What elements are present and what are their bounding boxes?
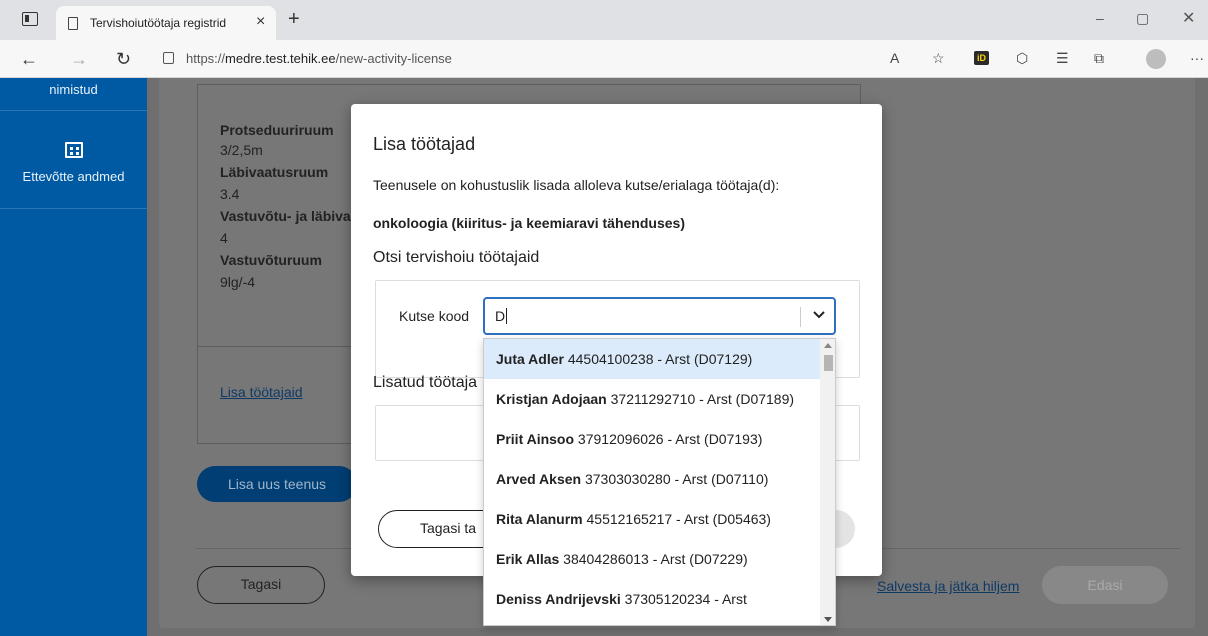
add-staff-link[interactable]: Lisa töötajaid [220,384,303,400]
option-detail: 44504100238 - Arst (D07129) [563,351,753,367]
id-extension-icon[interactable]: iD [974,51,989,65]
dropdown-list: Juta Adler 44504100238 - Arst (D07129) K… [484,339,820,619]
profession-code-value: D [495,308,506,324]
dropdown-option[interactable]: Arved Aksen 37303030280 - Arst (D07110) [484,459,820,499]
option-detail: 38404286013 - Arst (D07229) [559,551,748,567]
chevron-down-icon[interactable] [811,306,827,322]
profession-code-select[interactable]: D [483,297,836,335]
forward-arrow-icon[interactable]: → [70,49,88,70]
field-value: 3/2,5m [220,142,263,158]
search-heading: Otsi tervishoiu töötajaid [373,249,540,266]
option-name: Kristjan Adojaan [496,391,607,407]
scrollbar-thumb[interactable] [824,355,833,371]
sidebar-divider [0,110,147,111]
option-name: Erik Allas [496,551,560,567]
scroll-down-icon[interactable] [824,617,832,622]
browser-tab[interactable]: Tervishoiutöötaja registrid × [56,6,276,40]
field-label: Protseduuriruum [220,122,334,138]
tab-close-icon[interactable]: × [256,13,265,31]
lock-icon[interactable] [163,52,174,64]
modal-title: Lisa töötajad [373,134,476,154]
scroll-up-icon[interactable] [824,343,832,348]
dropdown-option[interactable]: Erik Allas 38404286013 - Arst (D07229) [484,539,820,579]
tab-title: Tervishoiutöötaja registrid [90,16,227,30]
extensions-icon[interactable]: ⬡ [1016,50,1028,67]
field-value: 3.4 [220,186,240,202]
option-detail: 45512165217 - Arst (D05463) [582,511,771,527]
field-label: Vastuvõtu- ja läbiva [220,208,351,224]
added-staff-heading: Lisatud töötaja [373,374,478,391]
option-detail: 37211292710 - Arst (D07189) [606,391,795,407]
option-name: Deniss Andrijevski [496,591,621,607]
option-name: Arved Aksen [496,471,582,487]
sidebar: nimistud Ettevõtte andmed [0,78,147,636]
url-path: /new-activity-license [335,51,452,66]
collections-icon[interactable]: ⧉ [1094,50,1104,67]
field-label: Vastuvõturuum [220,252,322,268]
more-icon[interactable]: ··· [1190,50,1204,66]
add-service-button[interactable]: Lisa uus teenus [197,466,357,502]
tab-actions-icon[interactable] [22,12,38,26]
building-icon [64,142,83,158]
page-icon [68,17,78,30]
new-tab-icon[interactable]: + [288,8,300,31]
modal-description: Teenusele on kohustuslik lisada alloleva… [373,177,780,193]
profession-code-input[interactable]: D [495,308,508,324]
profession-code-label: Kutse kood [399,308,470,324]
field-label: Läbivaatusruum [220,164,329,180]
browser-tab-bar: Tervishoiutöötaja registrid × + – ▢ ✕ [0,0,1208,40]
dropdown-option[interactable]: Priit Ainsoo 37912096026 - Arst (D07193) [484,419,820,459]
maximize-icon[interactable]: ▢ [1136,10,1149,27]
minimize-icon[interactable]: – [1096,10,1104,26]
read-aloud-icon[interactable]: A [890,50,899,66]
url-prefix: https:// [186,51,226,66]
option-detail: 37912096026 - Arst (D07193) [574,431,763,447]
dropdown-option[interactable]: Kristjan Adojaan 37211292710 - Arst (D07… [484,379,820,419]
dropdown-scrollbar[interactable] [820,339,835,625]
dropdown-option[interactable]: Deniss Andrijevski 37305120234 - Arst [484,579,820,619]
option-detail: 37305120234 - Arst [620,591,747,607]
option-name: Rita Alanurm [496,511,583,527]
sidebar-item-company-data[interactable]: Ettevõtte andmed [0,142,147,184]
url-field[interactable]: https://medre.test.tehik.ee/new-activity… [186,51,452,66]
profile-avatar[interactable] [1146,49,1166,69]
select-divider [800,307,801,327]
next-button[interactable]: Edasi [1042,566,1168,604]
dropdown-option[interactable]: Rita Alanurm 45512165217 - Arst (D05463) [484,499,820,539]
url-host: medre.test.tehik.ee [225,51,336,66]
favorite-add-icon[interactable]: ☆ [932,50,945,67]
save-continue-link[interactable]: Salvesta ja jätka hiljem [877,578,1019,594]
sidebar-item-label: nimistud [49,82,98,97]
sidebar-item-nimistud[interactable]: nimistud [0,82,147,97]
favorites-icon[interactable]: ☰ [1056,50,1069,67]
required-specialty: onkoloogia (kiiritus- ja keemiaravi tähe… [373,215,685,231]
address-bar: ← → ↻ https://medre.test.tehik.ee/new-ac… [0,40,1208,78]
sidebar-divider [0,208,147,209]
field-value: 4 [220,230,228,246]
option-name: Juta Adler [496,351,564,367]
field-value: 9lg/-4 [220,274,256,290]
back-arrow-icon[interactable]: ← [20,49,38,70]
option-detail: 37303030280 - Arst (D07110) [581,471,769,487]
back-button[interactable]: Tagasi [197,566,325,604]
refresh-icon[interactable]: ↻ [116,49,131,70]
dropdown-option[interactable]: Juta Adler 44504100238 - Arst (D07129) [484,339,820,379]
sidebar-item-label: Ettevõtte andmed [22,169,125,184]
option-name: Priit Ainsoo [496,431,575,447]
profession-code-dropdown: Juta Adler 44504100238 - Arst (D07129) K… [483,338,836,626]
close-window-icon[interactable]: ✕ [1182,8,1195,28]
